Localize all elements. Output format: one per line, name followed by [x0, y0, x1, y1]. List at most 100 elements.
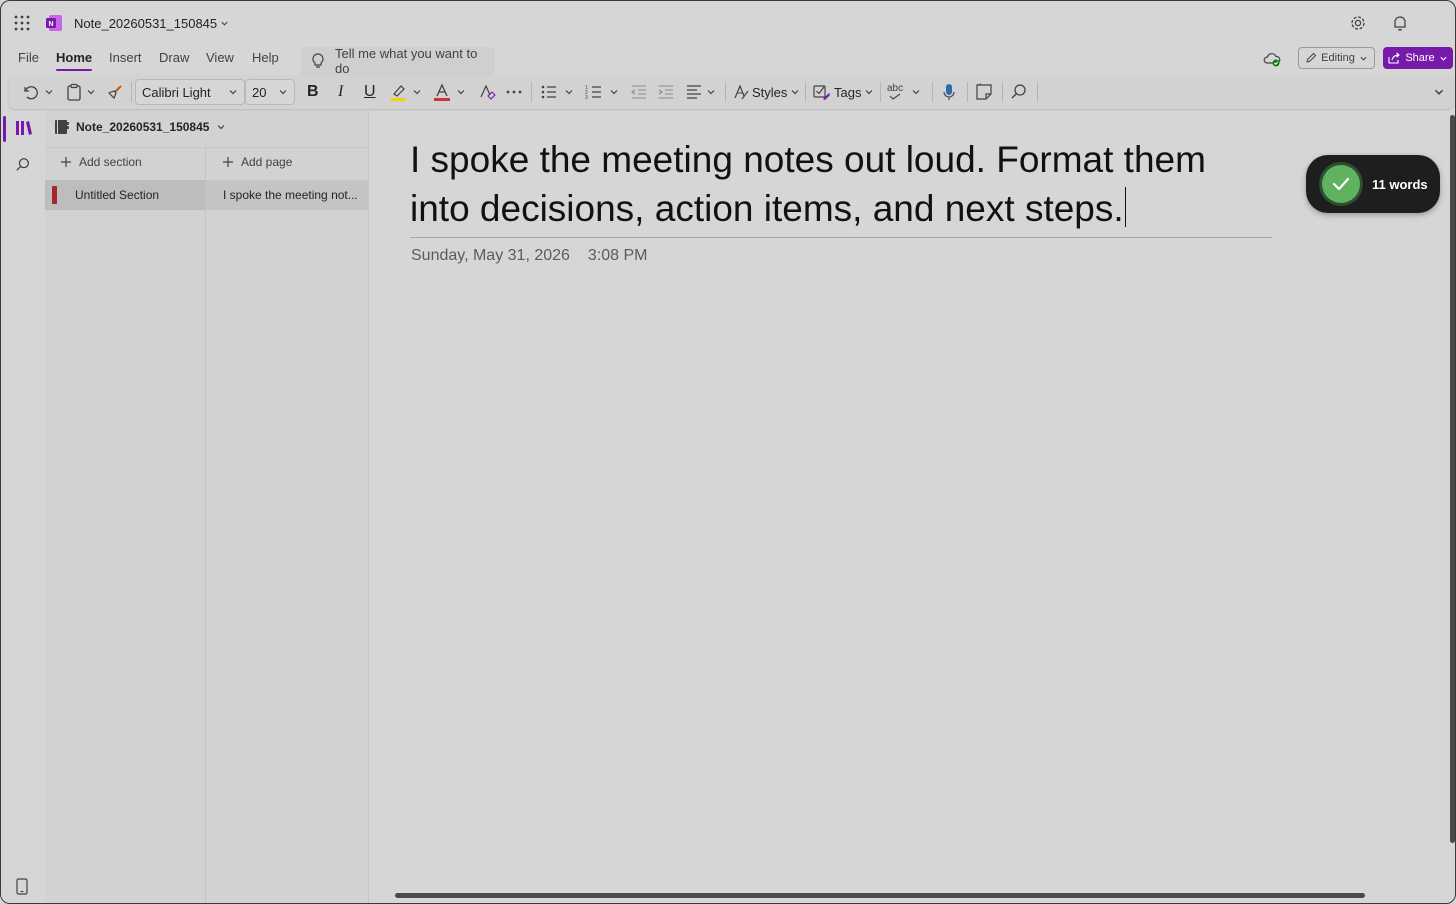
font-name-select[interactable]: Calibri Light: [135, 79, 245, 105]
page-item[interactable]: I spoke the meeting not...: [206, 180, 369, 210]
lightbulb-icon: [312, 53, 324, 68]
left-rail: [1, 111, 45, 903]
svg-text:N: N: [48, 21, 53, 28]
share-button[interactable]: Share: [1383, 47, 1453, 69]
chevron-down-icon: [1360, 56, 1367, 61]
chevron-down-icon: [866, 90, 873, 95]
text-cursor: [1124, 187, 1126, 227]
spelling-dropdown[interactable]: [911, 82, 921, 102]
editing-mode-button[interactable]: Editing: [1298, 47, 1375, 69]
find-button[interactable]: [1010, 82, 1028, 102]
section-color-tab: [52, 186, 57, 204]
tab-file[interactable]: File: [18, 50, 39, 65]
numbering-button[interactable]: 123: [585, 82, 603, 102]
increase-indent-button[interactable]: [657, 82, 675, 102]
vertical-scrollbar[interactable]: [1450, 115, 1455, 843]
notebook-selector[interactable]: Note_20260531_150845: [53, 119, 226, 135]
page-label: I spoke the meeting not...: [223, 188, 358, 202]
rail-active-indicator: [3, 116, 6, 142]
page-canvas[interactable]: I spoke the meeting notes out loud. Form…: [370, 111, 1449, 903]
clear-formatting-button[interactable]: [478, 82, 496, 102]
chevron-down-icon: [457, 90, 465, 95]
add-page-button[interactable]: Add page: [222, 155, 292, 169]
more-options-button[interactable]: [505, 82, 523, 102]
tab-view[interactable]: View: [206, 50, 234, 65]
spelling-button[interactable]: abc: [887, 82, 903, 102]
decrease-indent-button[interactable]: [630, 82, 648, 102]
font-color-button[interactable]: [433, 82, 451, 102]
chevron-down-icon: [912, 90, 920, 95]
underline-button[interactable]: U: [364, 82, 376, 102]
onenote-window: N Note_20260531_150845 File Home Insert …: [0, 0, 1456, 904]
highlighter-icon: [391, 85, 405, 101]
styles-icon: [734, 84, 749, 100]
tab-help[interactable]: Help: [252, 50, 279, 65]
sticky-notes-button[interactable]: [975, 82, 993, 102]
column-divider: [205, 148, 206, 903]
chevron-down-icon: [565, 90, 573, 95]
add-page-label: Add page: [241, 155, 293, 169]
app-launcher-icon[interactable]: [14, 15, 30, 31]
settings-gear-icon[interactable]: [1349, 14, 1367, 32]
collapse-ribbon-button[interactable]: [1433, 82, 1445, 102]
highlight-dropdown[interactable]: [412, 82, 422, 102]
page-title[interactable]: I spoke the meeting notes out loud. Form…: [410, 135, 1272, 238]
undo-button[interactable]: [21, 82, 39, 102]
search-icon: [1011, 84, 1026, 99]
italic-button[interactable]: I: [338, 82, 343, 102]
numbering-dropdown[interactable]: [609, 82, 619, 102]
title-bar: N Note_20260531_150845: [1, 1, 1455, 45]
tab-draw[interactable]: Draw: [159, 50, 189, 65]
menu-bar: File Home Insert Draw View Help Tell me …: [1, 45, 1455, 76]
paste-dropdown[interactable]: [86, 82, 96, 102]
bold-button[interactable]: B: [307, 82, 319, 102]
tab-home[interactable]: Home: [56, 50, 93, 71]
chevron-down-icon: [229, 90, 237, 95]
chevron-down-icon: [707, 90, 715, 95]
bullets-dropdown[interactable]: [564, 82, 574, 102]
section-item[interactable]: Untitled Section: [45, 180, 205, 210]
chevron-down-icon: [1440, 56, 1447, 61]
font-color-dropdown[interactable]: [456, 82, 466, 102]
format-painter-button[interactable]: [106, 82, 124, 102]
add-section-button[interactable]: Add section: [60, 155, 142, 169]
chevron-down-icon: [791, 90, 799, 95]
align-dropdown[interactable]: [706, 82, 716, 102]
ribbon-divider: [967, 82, 968, 102]
highlight-button[interactable]: [389, 82, 407, 102]
bullets-button[interactable]: [540, 82, 558, 102]
document-title[interactable]: Note_20260531_150845: [74, 16, 229, 31]
chevron-down-icon: [218, 125, 225, 130]
increase-indent-icon: [658, 85, 673, 99]
search-icon[interactable]: [15, 157, 31, 173]
tab-insert[interactable]: Insert: [109, 50, 142, 65]
font-size-select[interactable]: 20: [245, 79, 295, 105]
ribbon-divider: [531, 82, 532, 102]
ribbon-divider: [805, 82, 806, 102]
chevron-down-icon: [87, 90, 95, 95]
cloud-sync-icon[interactable]: [1263, 50, 1281, 68]
styles-button[interactable]: Styles: [733, 82, 800, 102]
chevron-down-icon: [1434, 89, 1444, 95]
clipboard-paste-button[interactable]: [66, 82, 82, 102]
checkmark-icon: [1322, 165, 1360, 203]
undo-dropdown[interactable]: [44, 82, 54, 102]
dictate-button[interactable]: [941, 82, 957, 102]
undo-icon: [24, 86, 38, 100]
tags-button[interactable]: Tags: [813, 82, 874, 102]
align-button[interactable]: [685, 82, 703, 102]
tell-me-search[interactable]: Tell me what you want to do: [301, 46, 495, 76]
device-view-icon[interactable]: [15, 878, 29, 896]
underline-icon: U: [364, 83, 376, 100]
sticky-note-icon: [976, 83, 992, 100]
ribbon-divider: [1037, 82, 1038, 102]
notifications-bell-icon[interactable]: [1391, 14, 1409, 32]
styles-label: Styles: [752, 84, 788, 100]
ribbon-divider: [880, 82, 881, 102]
notebooks-library-icon[interactable]: [15, 119, 33, 137]
format-painter-icon: [107, 85, 122, 100]
microphone-icon: [943, 84, 955, 100]
ribbon-divider: [725, 82, 726, 102]
horizontal-scrollbar[interactable]: [395, 893, 1365, 898]
chevron-down-icon: [610, 90, 618, 95]
